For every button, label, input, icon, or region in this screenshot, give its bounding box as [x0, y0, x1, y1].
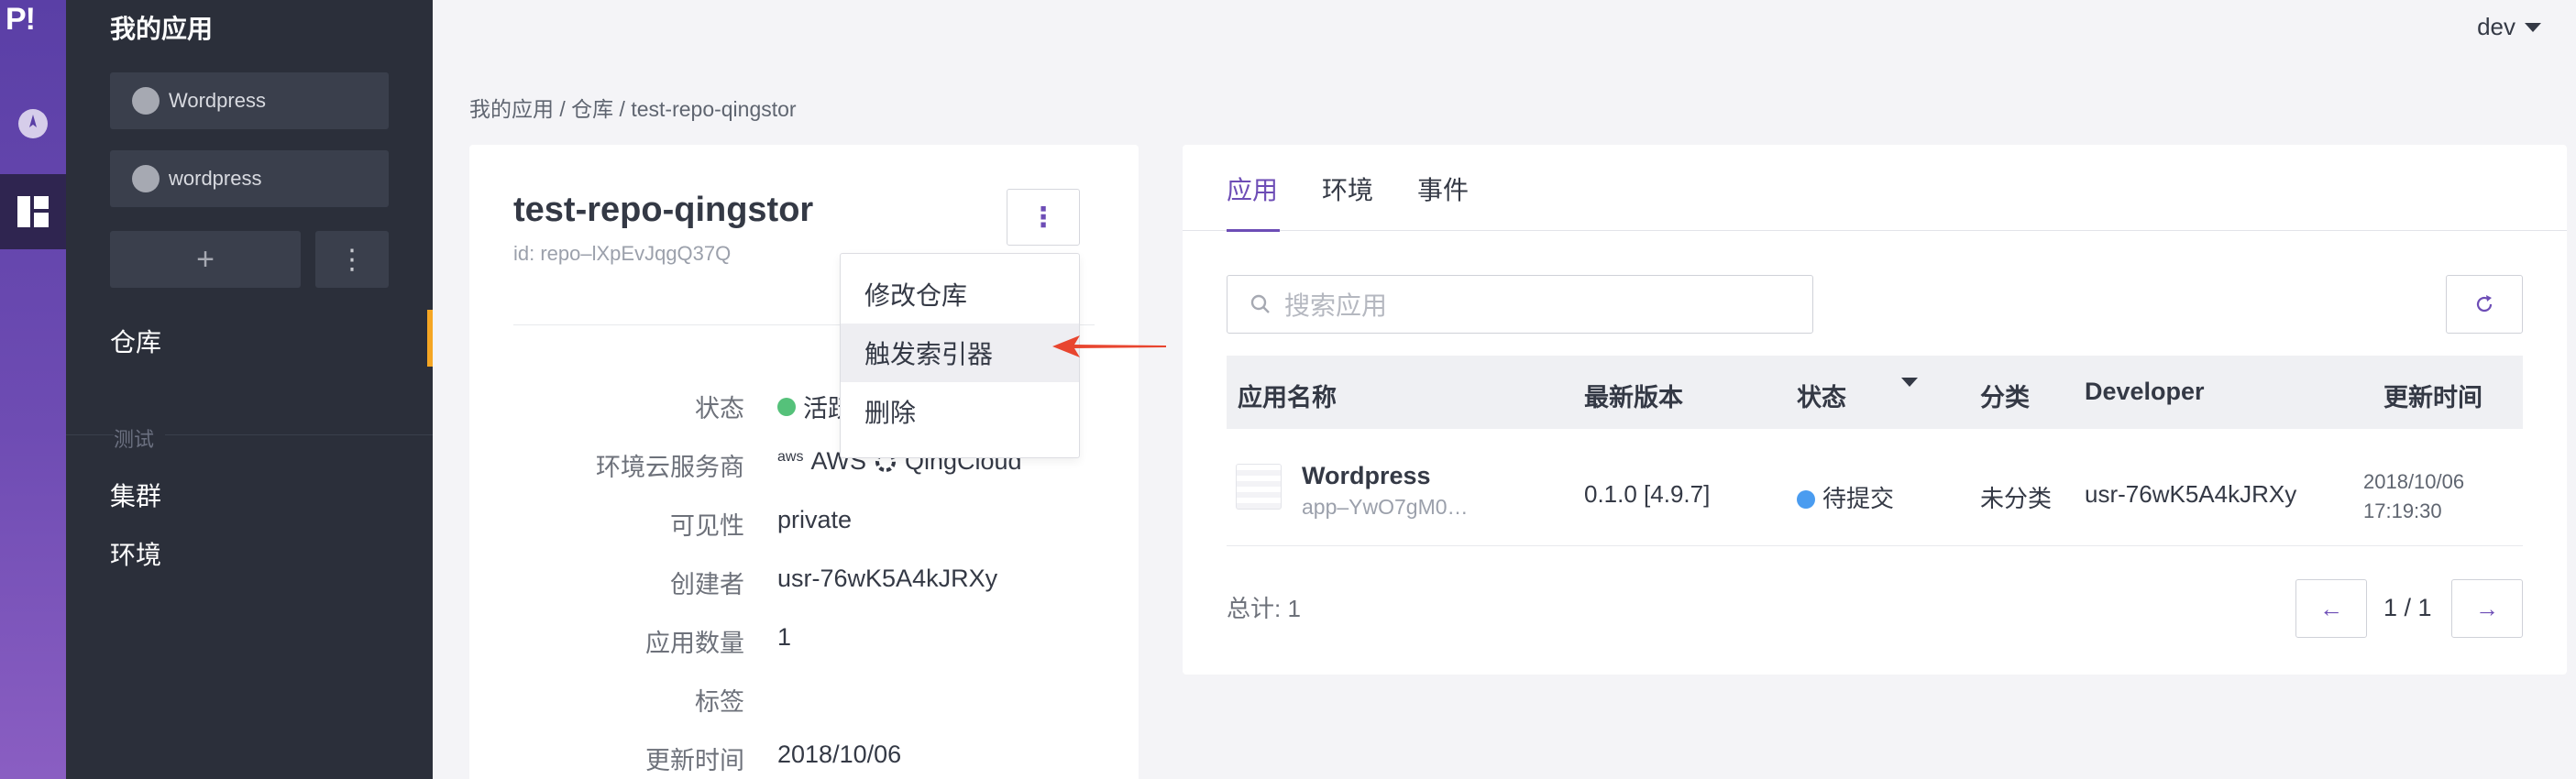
sidebar-more-button[interactable]: ⋮ [315, 231, 389, 288]
field-updated: 更新时间 2018/10/06 [469, 741, 1139, 777]
search-placeholder: 搜索应用 [1284, 291, 1388, 320]
menu-item-edit-repo[interactable]: 修改仓库 [841, 265, 1079, 324]
tab-apps[interactable]: 应用 [1227, 170, 1278, 207]
app-status: 待提交 [1797, 480, 1894, 514]
field-app-count: 应用数量 1 [469, 623, 1139, 660]
table-header: 应用名称 最新版本 状态 分类 Developer 更新时间 [1227, 356, 2523, 429]
search-input[interactable]: 搜索应用 [1227, 275, 1813, 334]
next-page-button[interactable]: → [2451, 579, 2523, 638]
sidebar-app-wordpress[interactable]: Wordpress [110, 72, 389, 129]
col-developer[interactable]: Developer [2085, 378, 2205, 406]
app-updated: 2018/10/06 17:19:30 [2363, 467, 2464, 526]
user-menu[interactable]: dev [2477, 13, 2541, 41]
status-filter-icon[interactable] [1901, 378, 1918, 387]
active-indicator [427, 310, 433, 367]
sidebar-item-cluster[interactable]: 集群 [110, 477, 161, 513]
menu-item-trigger-indexer[interactable]: 触发索引器 [841, 324, 1079, 382]
col-status[interactable]: 状态 [1797, 378, 1846, 413]
status-text: 待提交 [1822, 485, 1895, 512]
field-label: 应用数量 [645, 630, 744, 657]
table-row[interactable]: Wordpress app–YwO7gM0… 0.1.0 [4.9.7] 待提交… [1227, 429, 2523, 546]
refresh-icon [2476, 295, 2493, 313]
apps-grid-icon [17, 196, 49, 227]
repo-detail-card: test-repo-qingstor id: repo–lXpEvJqgQ37Q… [469, 145, 1139, 779]
field-label: 创建者 [670, 571, 744, 598]
breadcrumb: 我的应用 / 仓库 / test-repo-qingstor [469, 97, 797, 121]
col-latest-version[interactable]: 最新版本 [1584, 378, 1683, 413]
active-tab-indicator [1227, 229, 1280, 232]
app-name[interactable]: Wordpress [1302, 462, 1431, 490]
annotation-arrow-icon [1052, 335, 1166, 357]
aws-logo-icon: aws [777, 448, 804, 465]
repo-actions-menu: 修改仓库 触发索引器 删除 [840, 253, 1080, 458]
updated-time: 17:19:30 [2363, 499, 2442, 522]
col-category[interactable]: 分类 [1980, 378, 2030, 413]
repo-id: id: repo–lXpEvJqgQ37Q [513, 242, 732, 265]
field-label: 更新时间 [645, 747, 744, 774]
field-label: 状态 [695, 395, 744, 422]
left-rail: P! [0, 0, 66, 779]
col-name[interactable]: 应用名称 [1238, 378, 1337, 413]
app-version: 0.1.0 [4.9.7] [1584, 480, 1711, 508]
sidebar-app-label: wordpress [169, 167, 262, 190]
chevron-down-icon [2525, 22, 2541, 32]
field-value: private [777, 506, 853, 533]
repo-more-button[interactable]: ⋮ [1007, 189, 1080, 246]
sidebar-app-label: Wordpress [169, 89, 266, 112]
field-visibility: 可见性 private [469, 506, 1139, 543]
status-active-icon [777, 397, 796, 416]
menu-item-delete[interactable]: 删除 [841, 382, 1079, 441]
nav-apps[interactable] [0, 174, 66, 249]
field-value: 1 [777, 623, 792, 651]
sidebar-item-env[interactable]: 环境 [110, 535, 161, 572]
repo-name: test-repo-qingstor [513, 191, 814, 229]
app-avatar [132, 87, 160, 115]
secondary-sidebar: 我的应用 Wordpress wordpress + ⋮ 仓库 测试 集群 环境 [66, 0, 433, 779]
search-icon [1250, 294, 1270, 313]
app-developer: usr-76wK5A4kJRXy [2085, 480, 2297, 508]
tab-bar: 应用 环境 事件 [1183, 145, 2567, 232]
col-updated[interactable]: 更新时间 [2383, 378, 2482, 413]
nav-dashboard[interactable] [0, 96, 66, 151]
app-id: app–YwO7gM0… [1302, 495, 1469, 519]
field-value: usr-76wK5A4kJRXy [777, 565, 998, 592]
user-name: dev [2477, 13, 2515, 40]
app-logo[interactable]: P! [6, 2, 36, 38]
app-avatar [132, 165, 160, 192]
status-pending-icon [1797, 490, 1815, 509]
tab-environments[interactable]: 环境 [1322, 170, 1373, 207]
field-tags: 标签 [469, 682, 1139, 719]
refresh-button[interactable] [2446, 275, 2523, 334]
field-label: 可见性 [670, 512, 744, 540]
add-app-button[interactable]: + [110, 231, 301, 288]
tab-events[interactable]: 事件 [1417, 170, 1469, 207]
sidebar-section-label: 测试 [114, 423, 166, 453]
field-value: 2018/10/06 [777, 741, 902, 768]
field-label: 标签 [695, 688, 744, 716]
sidebar-title: 我的应用 [110, 15, 214, 43]
sidebar-item-repo[interactable]: 仓库 [110, 323, 161, 359]
sidebar-app-wordpress-2[interactable]: wordpress [110, 150, 389, 207]
app-icon [1236, 464, 1282, 510]
prev-page-button[interactable]: ← [2295, 579, 2367, 638]
app-category: 未分类 [1980, 485, 2053, 512]
dashboard-icon [18, 109, 48, 138]
field-label: 环境云服务商 [596, 454, 744, 481]
apps-panel: 应用 环境 事件 搜索应用 应用名称 最新版本 状态 分类 Developer … [1183, 145, 2567, 675]
total-count: 总计: 1 [1227, 595, 1301, 622]
page-indicator: 1 / 1 [2383, 594, 2432, 621]
field-creator: 创建者 usr-76wK5A4kJRXy [469, 565, 1139, 601]
updated-date: 2018/10/06 [2363, 470, 2465, 493]
